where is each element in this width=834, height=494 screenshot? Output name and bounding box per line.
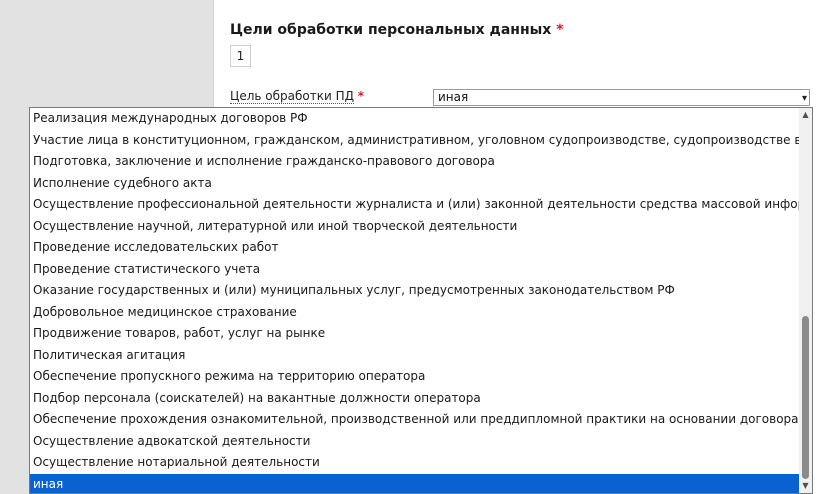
scroll-up-arrow-icon[interactable]: ▲ [799, 108, 812, 122]
scrollbar-thumb[interactable] [802, 316, 809, 479]
purpose-select[interactable]: иная ▾ [433, 89, 810, 106]
section-title: Цели обработки персональных данных * [230, 22, 564, 38]
purpose-dropdown-list[interactable]: Реализация международных договоров РФ Уча… [29, 107, 813, 494]
chevron-down-icon[interactable]: ▾ [802, 91, 807, 106]
dropdown-option[interactable]: Реализация международных договоров РФ [30, 108, 800, 129]
dropdown-option[interactable]: Участие лица в конституционном, гражданс… [30, 130, 812, 151]
dropdown-option[interactable]: Исполнение судебного акта [30, 173, 800, 194]
item-counter: 1 [230, 45, 251, 67]
dropdown-option[interactable]: Осуществление научной, литературной или … [30, 216, 800, 237]
dropdown-scrollbar[interactable]: ▲ ▼ [799, 108, 812, 493]
purpose-select-value: иная [438, 90, 469, 104]
section-title-text: Цели обработки персональных данных [230, 22, 552, 38]
dropdown-option[interactable]: Добровольное медицинское страхование [30, 302, 800, 323]
scroll-down-arrow-icon[interactable]: ▼ [799, 479, 812, 493]
dropdown-option[interactable]: иная [30, 474, 800, 493]
dropdown-option[interactable]: Подготовка, заключение и исполнение граж… [30, 151, 800, 172]
dropdown-option[interactable]: Обеспечение пропускного режима на террит… [30, 366, 800, 387]
required-asterisk: * [556, 22, 564, 38]
dropdown-option[interactable]: Продвижение товаров, работ, услуг на рын… [30, 323, 800, 344]
purpose-label-text: Цель обработки ПД [230, 89, 354, 104]
dropdown-option[interactable]: Проведение статистического учета [30, 259, 800, 280]
dropdown-option[interactable]: Политическая агитация [30, 345, 800, 366]
dropdown-option[interactable]: Подбор персонала (соискателей) на вакант… [30, 388, 800, 409]
dropdown-option[interactable]: Осуществление профессиональной деятельно… [30, 194, 812, 215]
dropdown-option[interactable]: Оказание государственных и (или) муницип… [30, 280, 800, 301]
required-asterisk: * [357, 89, 365, 103]
purpose-field-label: Цель обработки ПД * [230, 89, 365, 104]
dropdown-option[interactable]: Проведение исследовательских работ [30, 237, 800, 258]
dropdown-option[interactable]: Осуществление нотариальной деятельности [30, 452, 800, 473]
dropdown-option[interactable]: Осуществление адвокатской деятельности [30, 431, 800, 452]
dropdown-option[interactable]: Обеспечение прохождения ознакомительной,… [30, 409, 812, 430]
